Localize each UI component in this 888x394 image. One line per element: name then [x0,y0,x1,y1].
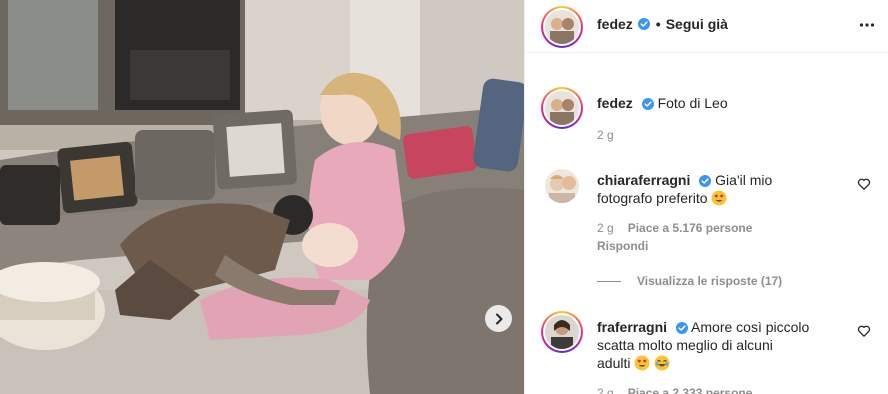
comment-likes[interactable]: Piace a 5.176 persone [628,219,753,237]
comment-likes[interactable]: Piace a 2.333 persone [628,384,753,394]
comment-item: fraferragni Amore così piccolo scatta mo… [541,311,871,394]
reply-button[interactable]: Rispondi [597,237,843,255]
verified-badge-icon [675,322,688,335]
comment-time[interactable]: 2 g [597,219,614,237]
verified-badge-icon [641,98,654,111]
avatar-image [545,315,579,349]
separator-dot: • [655,16,661,32]
caption-text: Foto di Leo [657,95,728,111]
caption-avatar[interactable] [541,87,583,129]
comment-text-line3: adulti [597,355,631,371]
heart-eyes-emoji-icon [634,355,650,371]
comment-text-line1: Gia'il mio [715,172,773,188]
laughing-emoji-icon [654,355,670,371]
comment-text-line2: fotografo preferito [597,190,708,206]
view-replies-label: Visualizza le risposte (17) [637,274,783,288]
comment-time[interactable]: 2 g [597,384,614,394]
avatar-image [545,10,579,44]
commenter-username[interactable]: chiaraferragni [597,172,690,188]
post-photo [0,0,524,394]
next-photo-button[interactable] [485,305,512,332]
commenter-avatar[interactable] [545,169,579,203]
author-avatar[interactable] [541,6,583,48]
comment-item: chiaraferragni Gia'il mio fotografo pref… [541,166,871,266]
caption-username[interactable]: fedez [597,95,633,111]
following-button[interactable]: Segui già [666,16,728,32]
chevron-right-icon [495,313,502,324]
post-caption: fedez Foto di Leo 2 g [541,87,871,147]
commenter-avatar[interactable] [541,311,583,353]
author-line: fedez • Segui già [597,16,728,32]
commenter-username[interactable]: fraferragni [597,319,667,335]
avatar-image [545,169,579,203]
heart-eyes-emoji-icon [711,190,727,206]
verified-badge-icon [699,175,712,188]
post-details-panel: fedez • Segui già fedez Foto di Leo 2 g … [524,0,888,394]
comment-text-line1: Amore così piccolo [691,319,810,335]
replies-divider-line [597,280,621,282]
post-header: fedez • Segui già [525,0,888,53]
author-username[interactable]: fedez [597,16,633,32]
view-replies-button[interactable]: Visualizza le risposte (17) [597,274,782,288]
like-heart-icon[interactable] [857,177,871,191]
photo-illustration [0,0,524,394]
avatar-image [545,91,579,125]
comment-text-line2: scatta molto meglio di alcuni [597,337,773,353]
more-options-icon[interactable] [859,17,875,33]
verified-badge-icon [637,18,650,30]
caption-time[interactable]: 2 g [597,126,614,144]
like-heart-icon[interactable] [857,324,871,338]
